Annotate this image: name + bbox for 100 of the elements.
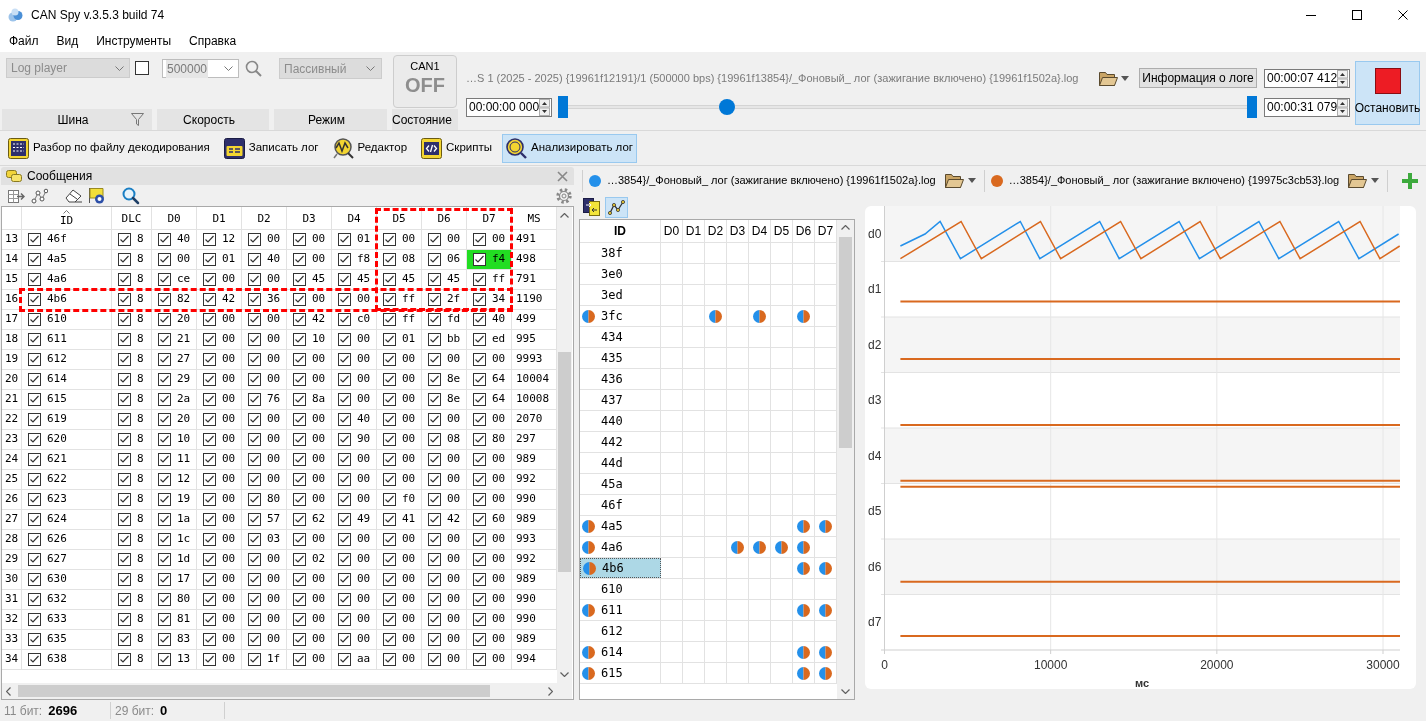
checkbox[interactable]: [293, 633, 306, 646]
checkbox[interactable]: [383, 493, 396, 506]
checkbox[interactable]: [383, 593, 396, 606]
checkbox[interactable]: [383, 433, 396, 446]
checkbox[interactable]: [118, 493, 131, 506]
checkbox[interactable]: [473, 453, 486, 466]
checkbox[interactable]: [118, 553, 131, 566]
checkbox[interactable]: [383, 653, 396, 666]
checkbox[interactable]: [248, 633, 261, 646]
checkbox[interactable]: [428, 233, 441, 246]
checkbox[interactable]: [248, 493, 261, 506]
slider-track[interactable]: [558, 96, 1257, 118]
checkbox[interactable]: [293, 233, 306, 246]
checkbox[interactable]: [428, 413, 441, 426]
checkbox[interactable]: [383, 313, 396, 326]
checkbox[interactable]: [248, 533, 261, 546]
checkbox[interactable]: [158, 573, 171, 586]
checkbox[interactable]: [473, 353, 486, 366]
checkbox[interactable]: [203, 493, 216, 506]
column-header[interactable]: D1: [197, 207, 242, 229]
checkbox[interactable]: [28, 373, 41, 386]
checkbox[interactable]: [338, 293, 351, 306]
checkbox[interactable]: [248, 253, 261, 266]
checkbox[interactable]: [203, 593, 216, 606]
checkbox[interactable]: [118, 533, 131, 546]
scroll-down-icon[interactable]: [841, 689, 850, 694]
checkbox[interactable]: [338, 573, 351, 586]
checkbox[interactable]: [338, 433, 351, 446]
checkbox[interactable]: [158, 253, 171, 266]
checkbox[interactable]: [158, 393, 171, 406]
checkbox[interactable]: [293, 353, 306, 366]
checkbox[interactable]: [293, 593, 306, 606]
checkbox[interactable]: [293, 493, 306, 506]
checkbox[interactable]: [203, 553, 216, 566]
menu-item[interactable]: Справка: [180, 30, 246, 52]
checkbox[interactable]: [383, 453, 396, 466]
checkbox[interactable]: [293, 433, 306, 446]
column-header[interactable]: D6: [793, 220, 815, 242]
checkbox[interactable]: [293, 333, 306, 346]
checkbox[interactable]: [383, 353, 396, 366]
checkbox[interactable]: [293, 573, 306, 586]
can-state-button[interactable]: CAN1 OFF: [393, 55, 457, 108]
checkbox[interactable]: [293, 293, 306, 306]
checkbox[interactable]: [293, 393, 306, 406]
checkbox[interactable]: [293, 533, 306, 546]
checkbox[interactable]: [338, 553, 351, 566]
checkbox[interactable]: [383, 373, 396, 386]
checkbox[interactable]: [248, 513, 261, 526]
checkbox[interactable]: [118, 253, 131, 266]
checkbox[interactable]: [383, 533, 396, 546]
checkbox[interactable]: [428, 653, 441, 666]
column-header[interactable]: D6: [422, 207, 467, 229]
checkbox[interactable]: [203, 393, 216, 406]
checkbox[interactable]: [428, 293, 441, 306]
checkbox[interactable]: [338, 353, 351, 366]
scroll-left-icon[interactable]: [6, 686, 11, 696]
checkbox[interactable]: [203, 353, 216, 366]
checkbox[interactable]: [28, 273, 41, 286]
checkbox[interactable]: [428, 573, 441, 586]
checkbox[interactable]: [158, 453, 171, 466]
checkbox[interactable]: [28, 573, 41, 586]
checkbox[interactable]: [203, 293, 216, 306]
checkbox[interactable]: [473, 473, 486, 486]
checkbox[interactable]: [248, 333, 261, 346]
checkbox[interactable]: [248, 313, 261, 326]
checkbox[interactable]: [118, 633, 131, 646]
nodes-icon[interactable]: [31, 187, 48, 204]
checkbox[interactable]: [118, 473, 131, 486]
checkbox[interactable]: [473, 633, 486, 646]
checkbox[interactable]: [203, 473, 216, 486]
checkbox[interactable]: [338, 473, 351, 486]
checkbox[interactable]: [158, 593, 171, 606]
checkbox[interactable]: [383, 253, 396, 266]
checkbox[interactable]: [473, 553, 486, 566]
checkbox[interactable]: [28, 473, 41, 486]
toolbar-button[interactable]: Скрипты: [417, 133, 496, 163]
checkbox[interactable]: [118, 233, 131, 246]
checkbox[interactable]: [203, 373, 216, 386]
checkbox[interactable]: [338, 633, 351, 646]
checkbox[interactable]: [28, 553, 41, 566]
checkbox[interactable]: [203, 433, 216, 446]
column-header[interactable]: ID: [580, 220, 661, 242]
checkbox[interactable]: [118, 353, 131, 366]
checkbox[interactable]: [473, 613, 486, 626]
spin-arrows-icon[interactable]: [1337, 69, 1349, 87]
checkbox[interactable]: [338, 653, 351, 666]
checkbox[interactable]: [473, 493, 486, 506]
folder-icon[interactable]: [1099, 70, 1118, 86]
checkbox[interactable]: [428, 533, 441, 546]
checkbox[interactable]: [473, 273, 486, 286]
checkbox[interactable]: [383, 273, 396, 286]
folder-icon[interactable]: [1348, 173, 1368, 188]
column-header[interactable]: D5: [771, 220, 793, 242]
log-info-button[interactable]: Информация о логе: [1139, 68, 1257, 88]
table-export-icon[interactable]: [8, 187, 25, 204]
checkbox[interactable]: [158, 473, 171, 486]
checkbox[interactable]: [338, 333, 351, 346]
checkbox[interactable]: [118, 393, 131, 406]
checkbox[interactable]: [118, 433, 131, 446]
checkbox[interactable]: [248, 233, 261, 246]
